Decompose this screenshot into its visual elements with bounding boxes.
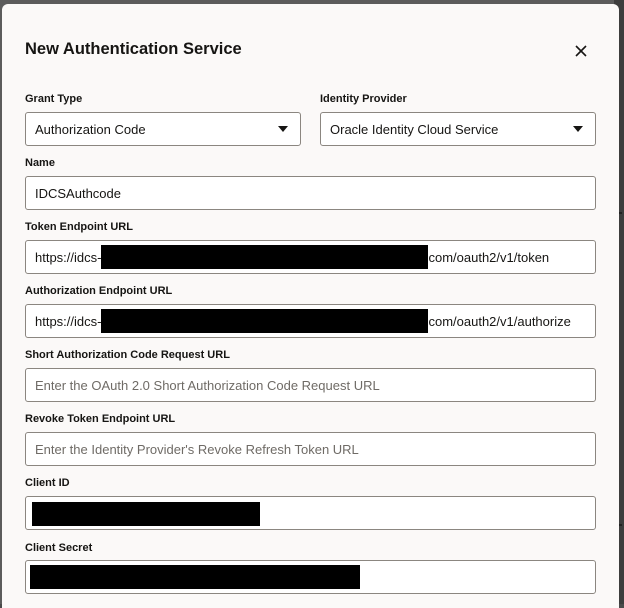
dialog-header: New Authentication Service [2,4,619,86]
name-input-field[interactable] [35,185,586,201]
short-auth-code-url-input[interactable] [25,368,596,402]
identity-provider-select[interactable]: Oracle Identity Cloud Service [320,112,596,146]
token-endpoint-input[interactable]: https://idcs- com/oauth2/v1/token [25,240,596,274]
redacted-client-secret [30,565,360,589]
short-auth-code-url-field[interactable] [35,377,586,393]
authorization-endpoint-input[interactable]: https://idcs- com/oauth2/v1/authorize [25,304,596,338]
new-authentication-service-dialog: New Authentication Service Grant Type Au… [2,4,619,608]
redacted-client-id [32,502,260,526]
name-input[interactable] [25,176,596,210]
identity-provider-value: Oracle Identity Cloud Service [330,121,499,137]
authorization-endpoint-suffix: com/oauth2/v1/authorize [428,313,571,329]
dialog-title: New Authentication Service [25,40,242,58]
revoke-token-endpoint-input[interactable] [25,432,596,466]
grant-type-value: Authorization Code [35,121,146,137]
client-secret-label: Client Secret [25,542,93,554]
grant-type-label: Grant Type [25,93,83,105]
close-button[interactable] [568,38,594,64]
caret-down-icon [573,126,583,132]
authorization-endpoint-prefix: https://idcs- [35,313,102,329]
revoke-token-endpoint-label: Revoke Token Endpoint URL [25,413,176,425]
redacted-block [101,245,429,269]
token-endpoint-suffix: com/oauth2/v1/token [428,249,550,265]
client-id-label: Client ID [25,477,70,489]
identity-provider-label: Identity Provider [320,93,407,105]
close-icon [575,45,587,57]
short-auth-code-url-label: Short Authorization Code Request URL [25,349,230,361]
redacted-block [101,309,429,333]
token-endpoint-label: Token Endpoint URL [25,221,133,233]
name-label: Name [25,157,55,169]
authorization-endpoint-label: Authorization Endpoint URL [25,285,173,297]
caret-down-icon [278,126,288,132]
revoke-token-endpoint-field[interactable] [35,441,586,457]
token-endpoint-prefix: https://idcs- [35,249,102,265]
grant-type-select[interactable]: Authorization Code [25,112,301,146]
